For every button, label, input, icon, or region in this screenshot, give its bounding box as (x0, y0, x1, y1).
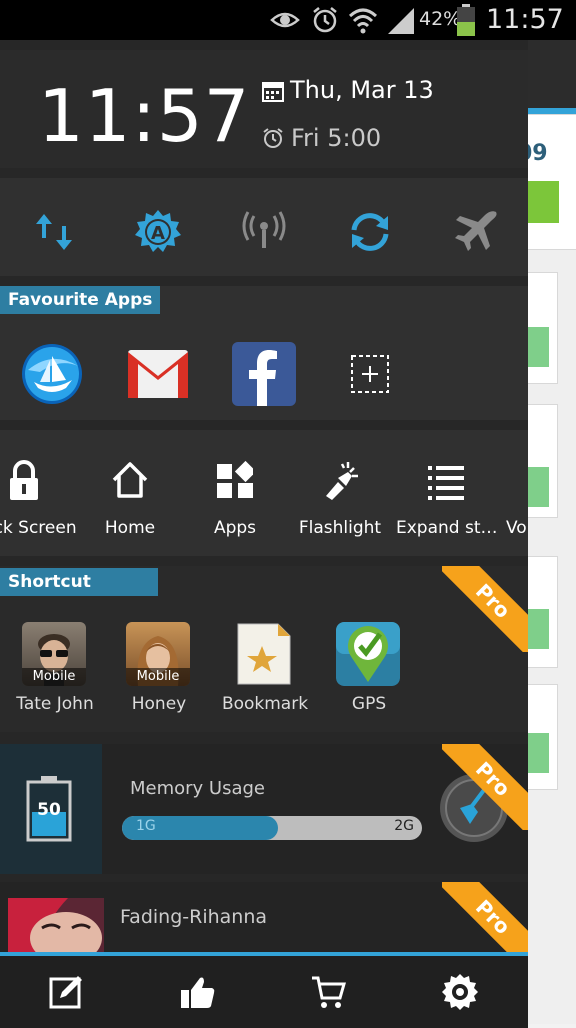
pro-badge[interactable]: Pro (442, 744, 528, 830)
wifi-icon (348, 8, 378, 34)
home-label: Home (104, 518, 156, 538)
date-label[interactable]: Thu, Mar 13 (290, 76, 434, 104)
mobile-badge: Mobile (126, 668, 190, 686)
home-action[interactable]: Home (80, 430, 180, 556)
edit-icon[interactable] (48, 974, 84, 1010)
auto-brightness-icon[interactable]: A (134, 208, 182, 256)
signal-icon (388, 8, 414, 34)
next-alarm-label[interactable]: Fri 5:00 (291, 124, 381, 152)
lock-screen-action[interactable]: Lock Screen (0, 430, 77, 556)
clock-section: 11:57 Thu, Mar 13 Fri 5:00 (0, 50, 528, 168)
battery-icon (457, 4, 475, 36)
favourite-apps-title: Favourite Apps (0, 286, 160, 314)
bottom-toolbar (0, 952, 528, 1028)
notification-panel: 11:57 Thu, Mar 13 Fri 5:00 A Favourite A… (0, 40, 528, 1028)
contact-avatar-icon: Mobile (126, 622, 190, 686)
apps-action[interactable]: Apps (185, 430, 285, 556)
gmail-icon[interactable] (126, 342, 190, 406)
alarm-clock-icon (263, 128, 283, 148)
bookmark-icon (237, 623, 291, 685)
memory-usage-title: Memory Usage (130, 778, 266, 799)
like-icon[interactable] (180, 974, 216, 1010)
facebook-icon[interactable] (232, 342, 296, 406)
pro-badge[interactable]: Pro (442, 566, 528, 652)
memory-used-label: 1G (136, 818, 156, 834)
mobile-badge: Mobile (22, 668, 86, 686)
eye-icon (270, 12, 300, 28)
quick-actions-section: Lock Screen Home Apps Flashlight (0, 430, 528, 556)
data-arrows-icon[interactable] (30, 208, 78, 256)
cart-icon[interactable] (310, 974, 346, 1010)
boat-browser-icon[interactable] (20, 342, 84, 406)
settings-icon[interactable] (442, 974, 478, 1010)
volume-action[interactable]: Vo (476, 430, 528, 556)
add-app-icon[interactable] (338, 342, 402, 406)
gps-icon (336, 622, 400, 686)
battery-percent: 42% (419, 8, 462, 30)
apps-icon (217, 460, 253, 498)
clock-time[interactable]: 11:57 (38, 74, 251, 158)
alarm-icon (313, 7, 337, 33)
shortcut-label: GPS (351, 694, 387, 714)
memory-section: 50 Memory Usage 1G 2G Pro (0, 744, 528, 874)
background-app-header-card: 09 (517, 114, 576, 250)
volume-label: Vo (506, 518, 527, 538)
svg-text:A: A (151, 223, 165, 244)
memory-total-label: 2G (394, 818, 414, 834)
music-section: Fading-Rihanna Pro (0, 882, 528, 968)
list-icon (428, 466, 464, 500)
battery-level-label: 50 (37, 800, 61, 820)
sync-icon[interactable] (346, 208, 394, 256)
favourite-apps-section: Favourite Apps (0, 286, 528, 420)
lock-screen-label: Lock Screen (0, 518, 77, 538)
status-bar: 42% 11:57 (0, 0, 576, 40)
hotspot-icon[interactable] (240, 208, 288, 256)
calendar-icon (262, 82, 284, 102)
background-app-toolbar (528, 40, 576, 108)
contact-avatar-icon: Mobile (22, 622, 86, 686)
toggles-section: A (0, 178, 528, 276)
memory-usage-bar: 1G 2G (122, 816, 422, 840)
lock-icon (10, 460, 38, 500)
airplane-icon[interactable] (452, 208, 500, 256)
flashlight-label: Flashlight (298, 518, 382, 538)
shortcut-title: Shortcut (0, 568, 158, 596)
flashlight-icon (326, 462, 358, 500)
track-title[interactable]: Fading-Rihanna (120, 906, 267, 928)
status-time: 11:57 (486, 4, 564, 35)
flashlight-action[interactable]: Flashlight (290, 430, 390, 556)
shortcut-section: Shortcut Pro Mobile Tate John Mobile Hon… (0, 566, 528, 732)
home-icon (112, 462, 148, 498)
background-app: 09 (517, 40, 576, 1024)
apps-label: Apps (213, 518, 257, 538)
battery-widget[interactable]: 50 (0, 744, 102, 874)
album-art (8, 898, 104, 952)
